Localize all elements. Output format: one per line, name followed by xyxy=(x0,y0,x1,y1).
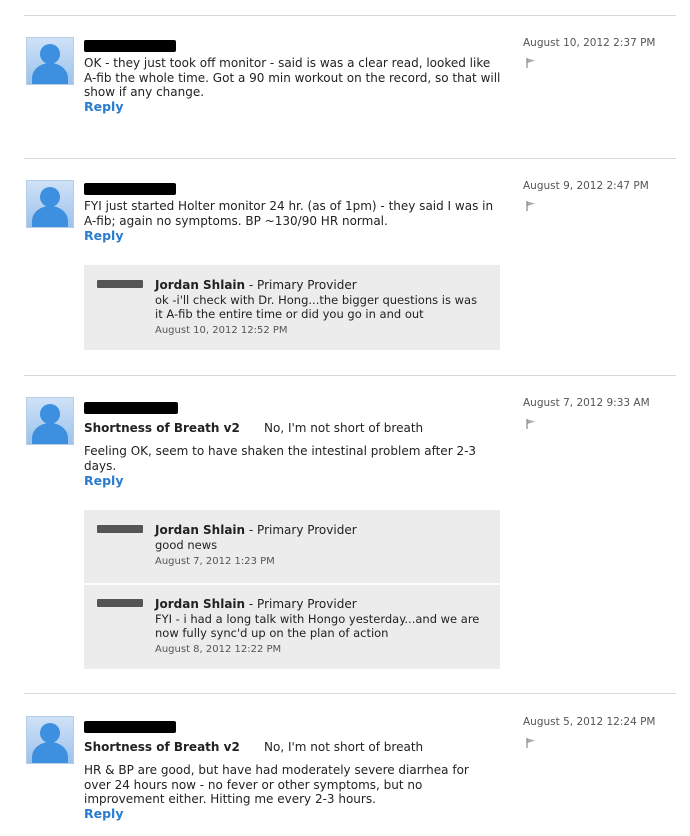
survey-answer: No, I'm not short of breath xyxy=(264,740,424,754)
reply-text: ok -i'll check with Dr. Hong...the bigge… xyxy=(155,293,478,321)
redacted-name xyxy=(84,40,176,52)
reply-author: Jordan Shlain - Primary Provider xyxy=(155,523,357,537)
author-name: Jordan Shlain xyxy=(155,523,246,537)
post-date: August 9, 2012 2:47 PM xyxy=(523,180,649,192)
provider-logo xyxy=(97,525,143,533)
provider-logo xyxy=(97,599,143,607)
post-text: OK - they just took off monitor - said i… xyxy=(84,56,501,99)
reply-link[interactable]: Reply xyxy=(84,473,123,488)
reply-date: August 7, 2012 1:23 PM xyxy=(155,556,275,567)
reply-link[interactable]: Reply xyxy=(84,228,123,243)
entry-divider xyxy=(24,375,676,376)
flag-icon[interactable] xyxy=(525,737,537,749)
flag-icon[interactable] xyxy=(525,57,537,69)
survey-result: Shortness of Breath v2 No, I'm not short… xyxy=(84,421,423,435)
reply-text: good news xyxy=(155,538,218,552)
reply-date: August 8, 2012 12:22 PM xyxy=(155,644,282,655)
avatar xyxy=(26,180,74,228)
survey-title: Shortness of Breath v2 xyxy=(84,421,240,435)
flag-icon[interactable] xyxy=(525,418,537,430)
redacted-name xyxy=(84,402,178,414)
provider-reply: Jordan Shlain - Primary Provider good ne… xyxy=(84,510,500,583)
reply-date: August 10, 2012 12:52 PM xyxy=(155,325,288,336)
provider-reply: Jordan Shlain - Primary Provider FYI - i… xyxy=(84,585,500,669)
avatar xyxy=(26,37,74,85)
redacted-name xyxy=(84,721,176,733)
flag-icon[interactable] xyxy=(525,200,537,212)
provider-reply: Jordan Shlain - Primary Provider ok -i'l… xyxy=(84,265,500,350)
author-name: Jordan Shlain xyxy=(155,278,246,292)
reply-link[interactable]: Reply xyxy=(84,806,123,821)
post-date: August 10, 2012 2:37 PM xyxy=(523,37,656,49)
survey-result: Shortness of Breath v2 No, I'm not short… xyxy=(84,740,423,754)
reply-link[interactable]: Reply xyxy=(84,99,123,114)
reply-author: Jordan Shlain - Primary Provider xyxy=(155,597,357,611)
reply-author: Jordan Shlain - Primary Provider xyxy=(155,278,357,292)
author-role: - Primary Provider xyxy=(245,523,357,537)
post-text: HR & BP are good, but have had moderatel… xyxy=(84,763,469,806)
survey-title: Shortness of Breath v2 xyxy=(84,740,240,754)
survey-answer: No, I'm not short of breath xyxy=(264,421,424,435)
entry-divider xyxy=(24,693,676,694)
avatar xyxy=(26,716,74,764)
author-role: - Primary Provider xyxy=(245,597,357,611)
reply-text: FYI - i had a long talk with Hongo yeste… xyxy=(155,612,480,640)
post-text: FYI just started Holter monitor 24 hr. (… xyxy=(84,199,494,228)
avatar xyxy=(26,397,74,445)
author-role: - Primary Provider xyxy=(245,278,357,292)
post-date: August 7, 2012 9:33 AM xyxy=(523,397,650,409)
provider-logo xyxy=(97,280,143,288)
redacted-name xyxy=(84,183,176,195)
entry-divider xyxy=(24,158,676,159)
post-text: Feeling OK, seem to have shaken the inte… xyxy=(84,444,477,473)
author-name: Jordan Shlain xyxy=(155,597,246,611)
entry-divider xyxy=(24,15,676,16)
post-date: August 5, 2012 12:24 PM xyxy=(523,716,656,728)
